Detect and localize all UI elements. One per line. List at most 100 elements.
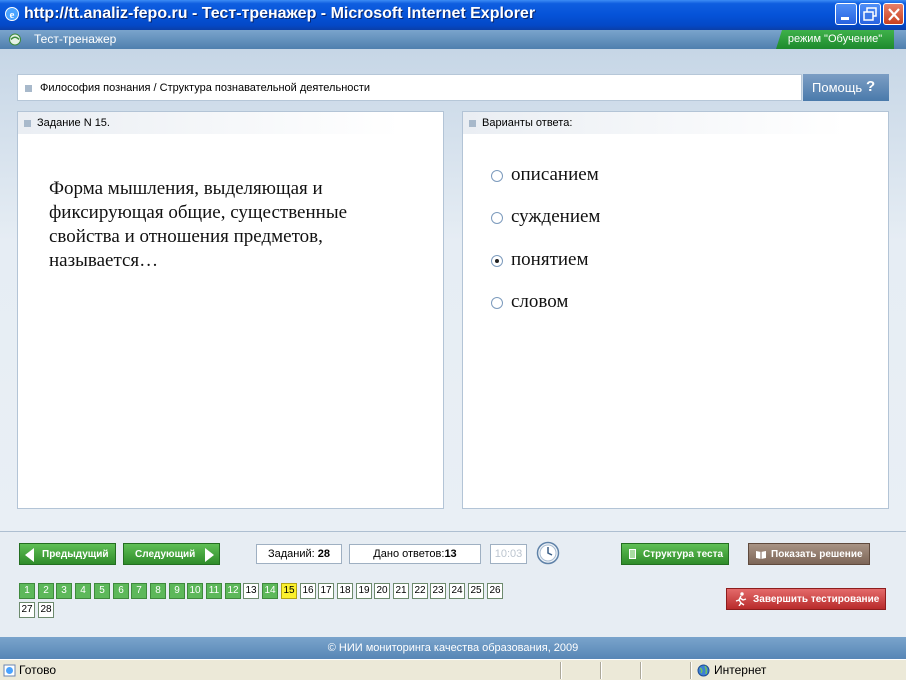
finish-test-button[interactable]: Завершить тестирование	[726, 588, 886, 610]
answers-count-value: 13	[444, 548, 457, 560]
answers-panel-header: Варианты ответа:	[463, 112, 888, 134]
radio-dot-icon	[495, 259, 499, 263]
question-number-13[interactable]: 13	[243, 583, 259, 599]
answer-label[interactable]: понятием	[511, 249, 589, 271]
bullet-square-icon	[24, 120, 31, 127]
answers-count: Дано ответов:13	[349, 544, 481, 564]
copyright-footer: © НИИ мониторинга качества образования, …	[0, 637, 906, 659]
radio-button[interactable]	[491, 170, 503, 182]
book-icon	[756, 551, 766, 559]
main-content: Философия познания / Структура познавате…	[0, 49, 906, 531]
question-number-16[interactable]: 16	[300, 583, 316, 599]
question-number-17[interactable]: 17	[318, 583, 334, 599]
running-man-icon	[735, 592, 747, 606]
maximize-button[interactable]	[859, 3, 881, 25]
test-structure-label: Структура теста	[643, 549, 724, 560]
question-number-1[interactable]: 1	[19, 583, 35, 599]
svg-text:e: e	[10, 9, 15, 21]
app-header: Тест-тренажер режим "Обучение"	[0, 30, 906, 49]
status-divider	[600, 662, 602, 679]
question-number-15[interactable]: 15	[281, 583, 297, 599]
app-title: Тест-тренажер	[34, 32, 117, 46]
question-number-10[interactable]: 10	[187, 583, 203, 599]
question-number-5[interactable]: 5	[94, 583, 110, 599]
question-number-23[interactable]: 23	[430, 583, 446, 599]
show-solution-label: Показать решение	[771, 549, 863, 560]
question-number-4[interactable]: 4	[75, 583, 91, 599]
document-icon	[629, 549, 636, 559]
breadcrumb: Философия познания / Структура познавате…	[17, 74, 802, 101]
question-number-18[interactable]: 18	[337, 583, 353, 599]
tasks-count-value: 28	[317, 548, 331, 560]
answers-panel: Варианты ответа: описанием суждением пон…	[462, 111, 889, 509]
minimize-button[interactable]	[835, 3, 857, 25]
test-structure-button[interactable]: Структура теста	[621, 543, 729, 565]
tasks-count: Заданий: 28	[256, 544, 342, 564]
radio-button[interactable]	[491, 212, 503, 224]
arrow-left-icon	[25, 548, 34, 562]
answers-count-label: Дано ответов:	[373, 548, 445, 560]
question-number-19[interactable]: 19	[356, 583, 372, 599]
page-loaded-icon	[3, 664, 16, 677]
answer-label[interactable]: описанием	[511, 164, 599, 186]
mode-badge: режим "Обучение"	[776, 30, 894, 49]
arrow-right-icon	[205, 548, 214, 562]
answer-label[interactable]: суждением	[511, 206, 600, 228]
question-number-22[interactable]: 22	[412, 583, 428, 599]
radio-button-selected[interactable]	[491, 255, 503, 267]
bullet-square-icon	[469, 120, 476, 127]
finish-test-label: Завершить тестирование	[753, 594, 880, 605]
status-divider	[640, 662, 642, 679]
timer: 10:03	[490, 544, 527, 564]
answers-header: Варианты ответа:	[482, 117, 573, 129]
question-number-20[interactable]: 20	[374, 583, 390, 599]
answer-label[interactable]: словом	[511, 291, 568, 313]
status-divider	[560, 662, 562, 679]
breadcrumb-text: Философия познания / Структура познавате…	[40, 82, 371, 94]
question-number-21[interactable]: 21	[393, 583, 409, 599]
ie-logo-icon: e	[5, 7, 19, 21]
close-icon	[888, 8, 900, 21]
question-number-3[interactable]: 3	[56, 583, 72, 599]
show-solution-button[interactable]: Показать решение	[748, 543, 870, 565]
question-number-2[interactable]: 2	[38, 583, 54, 599]
question-number-6[interactable]: 6	[113, 583, 129, 599]
previous-button[interactable]: Предыдущий	[19, 543, 116, 565]
status-divider	[690, 662, 692, 679]
next-label: Следующий	[135, 549, 196, 560]
status-text: Готово	[19, 663, 57, 677]
question-number-25[interactable]: 25	[468, 583, 484, 599]
question-number-7[interactable]: 7	[131, 583, 147, 599]
security-zone: Интернет	[714, 663, 767, 677]
help-button[interactable]: Помощь ?	[803, 74, 889, 101]
minimize-icon	[841, 17, 849, 20]
window-titlebar: e http://tt.analiz-fepo.ru - Тест-тренаж…	[0, 0, 906, 30]
question-number-12[interactable]: 12	[225, 583, 241, 599]
radio-button[interactable]	[491, 297, 503, 309]
status-bar: Готово Интернет	[0, 659, 906, 680]
question-number-26[interactable]: 26	[487, 583, 503, 599]
close-button[interactable]	[883, 3, 904, 25]
question-number-28[interactable]: 28	[38, 602, 54, 618]
task-number: Задание N 15.	[37, 117, 110, 129]
app-logo-icon	[9, 33, 21, 46]
question-number-8[interactable]: 8	[150, 583, 166, 599]
globe-icon	[697, 664, 710, 677]
navigation-bar: Предыдущий Следующий Заданий: 28 Дано от…	[0, 531, 906, 637]
question-number-11[interactable]: 11	[206, 583, 222, 599]
bullet-square-icon	[25, 85, 32, 92]
question-text: Форма мышления, выделяющая и фиксирующая…	[49, 178, 348, 271]
task-panel-header: Задание N 15.	[18, 112, 443, 134]
question-number-27[interactable]: 27	[19, 602, 35, 618]
question-mark-icon: ?	[866, 78, 876, 95]
question-number-14[interactable]: 14	[262, 583, 278, 599]
next-button[interactable]: Следующий	[123, 543, 220, 565]
clock-icon	[536, 541, 560, 565]
previous-label: Предыдущий	[42, 549, 109, 560]
restore-icon	[863, 7, 877, 21]
help-label: Помощь	[812, 80, 863, 95]
question-number-24[interactable]: 24	[449, 583, 465, 599]
question-number-9[interactable]: 9	[169, 583, 185, 599]
tasks-count-label: Заданий:	[267, 548, 315, 560]
task-panel: Задание N 15. Форма мышления, выделяющая…	[17, 111, 444, 509]
